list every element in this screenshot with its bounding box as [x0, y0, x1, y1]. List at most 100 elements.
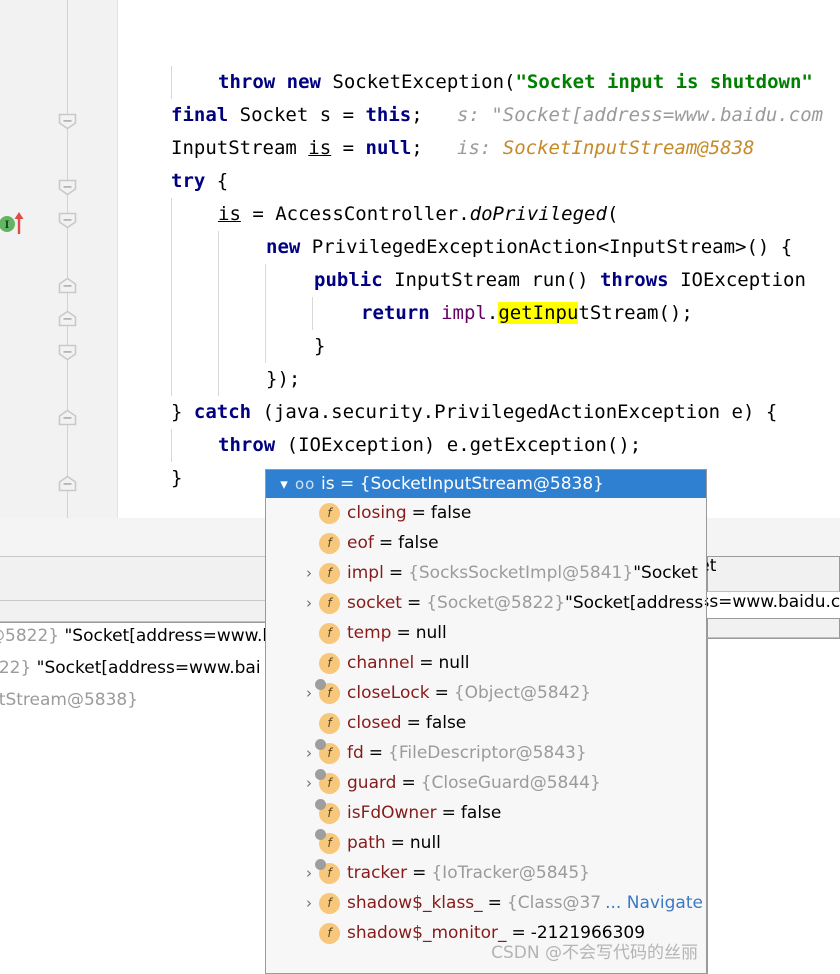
line-inputstream-is-null[interactable]: InputStream is = null; is: SocketInputSt…: [118, 132, 840, 165]
equals-sign: =: [434, 683, 449, 703]
field-icon: f: [319, 502, 340, 524]
chevron-right-icon[interactable]: ›: [299, 558, 319, 588]
token-hint-val: SocketInputStream@5838: [502, 137, 755, 159]
row-shadow-klass[interactable]: › f shadow$_klass_ = {Class@37... Navigate: [266, 888, 706, 918]
token-plain: InputStream: [171, 137, 309, 159]
line-throw-socketexception[interactable]: throw new SocketException("Socket input …: [118, 66, 840, 99]
field-value: false: [398, 533, 439, 553]
field-icon: f: [319, 592, 340, 614]
line-throw-ioexception[interactable]: throw (IOException) e.getException();: [118, 429, 840, 462]
equals-sign: =: [419, 653, 434, 673]
row-closing[interactable]: ›f closing=false: [266, 498, 706, 528]
line-try[interactable]: try {: [118, 165, 840, 198]
line-catch[interactable]: } catch (java.security.PrivilegedActionE…: [118, 396, 840, 429]
variable-inspector-popup[interactable]: ▾ oo is = {SocketInputStream@5838} ›fclo…: [265, 469, 707, 974]
editor-gutter[interactable]: [0, 0, 118, 518]
token-str: "Socket input is shutdown": [515, 71, 813, 93]
row-eof[interactable]: ›feof=false: [266, 528, 706, 558]
fold-marker-collapse-3[interactable]: [57, 211, 78, 229]
fold-marker-expand-4[interactable]: [57, 475, 78, 493]
chevron-down-icon[interactable]: ▾: [273, 475, 295, 493]
line-public-run[interactable]: public InputStream run() throws IOExcept…: [118, 264, 840, 297]
equals-sign: =: [401, 773, 416, 793]
token-plain: (java.security.PrivilegedActionException…: [251, 401, 778, 423]
field-value-string: "Socket: [633, 563, 698, 583]
field-name: shadow$_monitor_: [347, 923, 507, 943]
chevron-right-icon[interactable]: ›: [299, 588, 319, 618]
field-icon: f: [315, 678, 340, 704]
row-temp[interactable]: ›ftemp=null: [266, 618, 706, 648]
token-kw: new: [266, 236, 301, 258]
fold-marker-expand-1[interactable]: [57, 277, 78, 295]
token-hint: "Socket[address=www.baidu.com: [491, 104, 824, 126]
equals-sign: =: [412, 863, 427, 883]
row-closed[interactable]: ›fclosed=false: [266, 708, 706, 738]
object-glasses-icon: oo: [295, 475, 316, 493]
twisty-spacer: ›: [299, 708, 319, 738]
popup-field-list[interactable]: ›fclosing=false›feof=false›fimpl={SocksS…: [266, 498, 706, 948]
row-socket[interactable]: ›fsocket={Socket@5822} "Socket[address=w…: [266, 588, 706, 618]
popup-header-row[interactable]: ▾ oo is = {SocketInputStream@5838}: [266, 470, 706, 498]
line-new-privilegedexceptionaction[interactable]: new PrivilegedExceptionAction<InputStrea…: [118, 231, 840, 264]
field-value: false: [430, 503, 472, 523]
equals-sign: =: [411, 503, 426, 523]
token-plain: (IOException) e.getException();: [275, 434, 642, 456]
field-icon: f: [315, 798, 340, 824]
row-channel[interactable]: ›f channel=null: [266, 648, 706, 678]
line-close-run-brace[interactable]: }: [118, 330, 840, 363]
row-path[interactable]: ›fpath=null: [266, 828, 706, 858]
chevron-right-icon[interactable]: ›: [299, 888, 319, 918]
fold-marker-expand-2[interactable]: [57, 310, 78, 328]
field-value: {Class@37: [506, 893, 602, 913]
line-final-socket[interactable]: final Socket s = this; s: "Socket[addres…: [118, 99, 840, 132]
row-guard[interactable]: › f guard = {CloseGuard@5844}: [266, 768, 706, 798]
token-plain: IOException: [668, 269, 806, 291]
token-plain: (: [606, 203, 619, 225]
row-fd[interactable]: › f fd = {FileDescriptor@5843}: [266, 738, 706, 768]
field-name: socket: [347, 593, 402, 613]
token-ident-u: is: [308, 137, 332, 159]
line-return-impl-getinputstream[interactable]: return impl.getInputStream();: [118, 297, 840, 330]
field-name: closeLock: [347, 683, 430, 703]
token-ident-u: is: [218, 203, 241, 225]
indent-guide: [265, 297, 266, 330]
row-closelock[interactable]: › f closeLock = {Object@5842}: [266, 678, 706, 708]
token-hint: s:: [422, 104, 492, 126]
fold-marker-collapse-2[interactable]: [57, 178, 78, 196]
equals-sign: =: [378, 533, 394, 553]
twisty-spacer: ›: [299, 918, 319, 948]
field-value-string: "Socket[address=www.baidu.co: [565, 593, 706, 613]
token-fieldref: impl: [441, 302, 487, 324]
navigate-link[interactable]: ... Navigate: [601, 893, 703, 913]
field-name: closed: [347, 713, 402, 733]
field-icon: f: [319, 622, 340, 644]
token-hl: getInpu: [498, 302, 579, 324]
line-close-anon-paren[interactable]: });: [118, 363, 840, 396]
indent-guide: [171, 66, 172, 99]
field-name: tracker: [347, 863, 408, 883]
field-name: channel: [347, 653, 415, 673]
token-plain: = AccessController.: [240, 203, 470, 225]
fold-marker-expand-3[interactable]: [57, 409, 78, 427]
token-kw: throw: [218, 71, 276, 93]
row-impl[interactable]: › f impl = {SocksSocketImpl@5841} "Socket: [266, 558, 706, 588]
row-isfdowner[interactable]: ›fisFdOwner=false: [266, 798, 706, 828]
indent-guide: [218, 264, 219, 297]
token-kw: new: [286, 71, 321, 93]
field-value: false: [460, 803, 502, 823]
token-plain: {: [205, 170, 229, 192]
field-icon: f: [319, 922, 340, 944]
line-is-accesscontroller[interactable]: is = AccessController.doPrivileged(: [118, 198, 840, 231]
twisty-spacer: ›: [299, 528, 319, 558]
fold-marker-collapse-1[interactable]: [57, 112, 78, 130]
indent-guide: [218, 297, 219, 330]
token-kw: null: [365, 137, 412, 159]
code-editor-text[interactable]: throw new SocketException("Socket input …: [118, 0, 840, 518]
implementing-method-marker[interactable]: I: [0, 210, 30, 236]
field-icon: f: [319, 652, 340, 674]
row-tracker[interactable]: › f tracker = {IoTracker@5845}: [266, 858, 706, 888]
fold-marker-collapse-4[interactable]: [57, 343, 78, 361]
field-value: false: [425, 713, 467, 733]
indent-guide: [171, 429, 172, 462]
